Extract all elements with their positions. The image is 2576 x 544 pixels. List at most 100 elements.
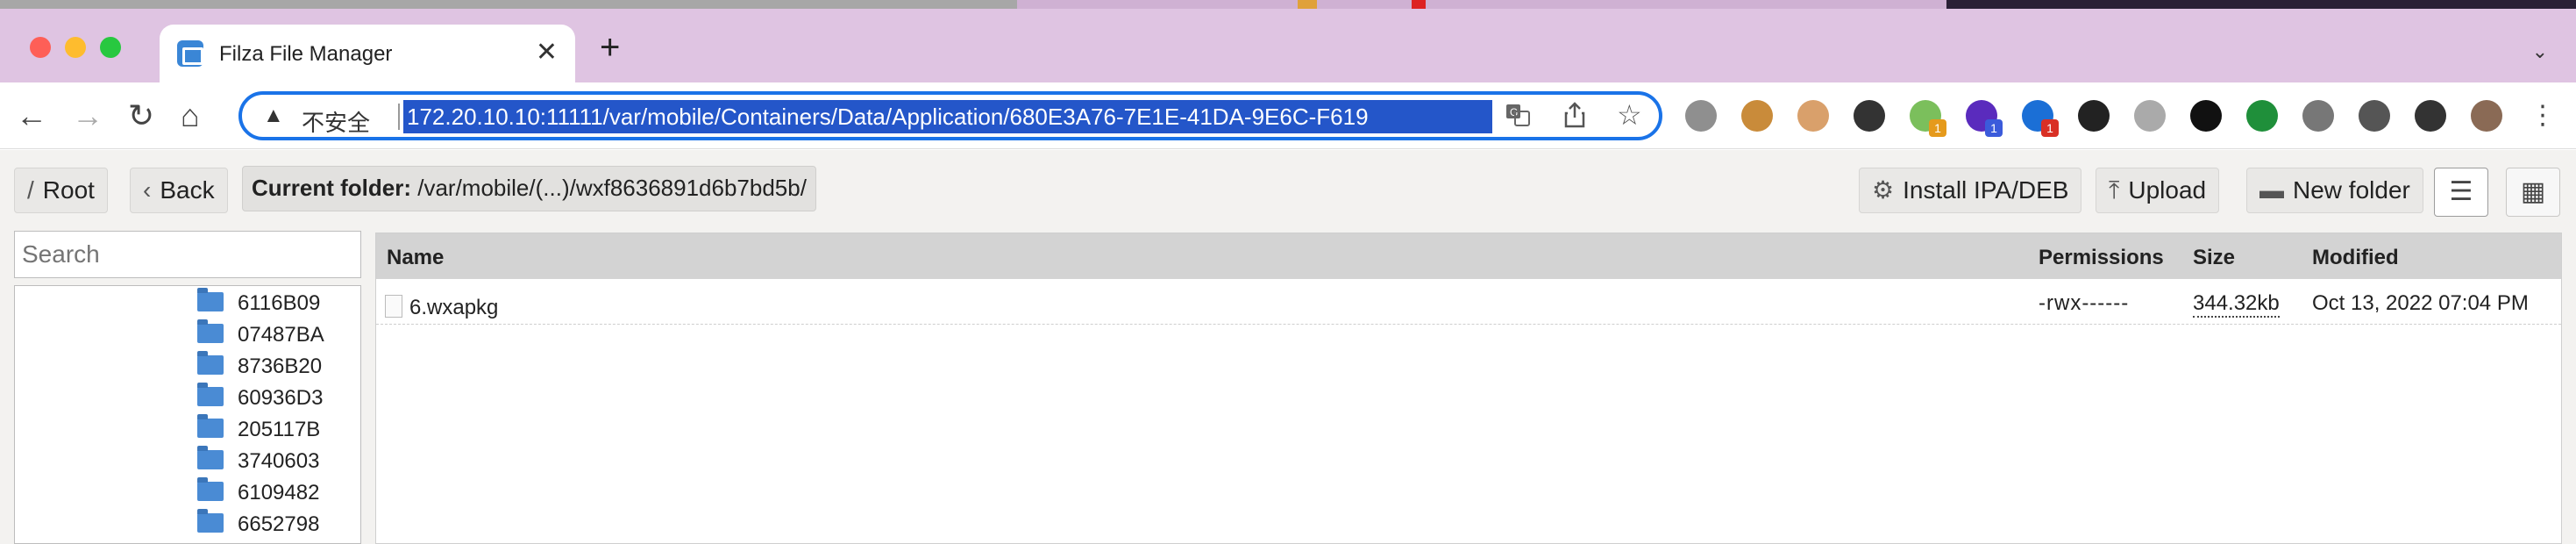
new-folder-label: New folder <box>2293 176 2410 204</box>
security-label[interactable]: 不安全 <box>302 105 370 138</box>
globe-icon[interactable]: 1 <box>2022 100 2059 137</box>
tab-title: Filza File Manager <box>219 42 393 66</box>
list-view-icon: ☰ <box>2449 177 2473 206</box>
new-tab-button[interactable]: + <box>600 30 620 65</box>
grid-view-icon: ▦ <box>2520 177 2546 206</box>
hacker-icon[interactable] <box>2078 100 2110 132</box>
tree-item[interactable]: 205117B <box>197 414 320 446</box>
upload-button[interactable]: ⤒ Upload <box>2096 168 2220 213</box>
cookie-icon[interactable] <box>1741 100 1773 132</box>
current-folder: Current folder: /var/mobile/(...)/wxf863… <box>242 166 816 211</box>
table-row[interactable]: 6.wxapkg -rwx------ 344.32kb Oct 13, 202… <box>376 279 2561 325</box>
tree-item-label: 6652798 <box>238 512 320 536</box>
file-icon <box>385 295 402 318</box>
search-input[interactable] <box>14 231 361 278</box>
leaf-icon[interactable] <box>2246 100 2278 132</box>
current-folder-label: Current folder: <box>252 175 411 201</box>
tree-item-label: 8736B20 <box>238 354 323 378</box>
folder-icon <box>197 414 224 438</box>
address-bar[interactable]: ▲ 不安全 172.20.10.10:11111/var/mobile/Cont… <box>238 91 1662 140</box>
more-icon[interactable]: ⋮ <box>2527 100 2558 132</box>
browser-titlebar: Filza File Manager ✕ + ⌄ <box>0 0 2576 82</box>
column-header-permissions[interactable]: Permissions <box>2039 246 2164 270</box>
folder-icon <box>197 288 224 311</box>
minimize-window-button[interactable] <box>65 37 86 58</box>
file-list-header: Name Permissions Size Modified <box>376 233 2561 279</box>
list-view-button[interactable]: ☰ <box>2434 168 2488 217</box>
tree-item-label: 60936D3 <box>238 386 324 410</box>
column-header-name[interactable]: Name <box>387 246 444 270</box>
tree-item[interactable]: 6652798 <box>197 509 319 540</box>
tree-item-label: 6116B09 <box>238 291 321 315</box>
tree-item-label: 07487BA <box>238 323 324 347</box>
folder-tree: 6116B09 07487BA 8736B20 60936D3 205117B … <box>14 285 361 544</box>
filza-favicon-icon <box>177 40 203 67</box>
chevron-left-icon: ‹ <box>143 176 152 204</box>
install-ipa-deb-button[interactable]: ⚙ Install IPA/DEB <box>1859 168 2082 213</box>
gitzip-icon[interactable] <box>2134 100 2166 132</box>
tab-filza[interactable]: Filza File Manager ✕ <box>160 25 575 82</box>
cube-icon[interactable]: 1 <box>1966 100 2003 137</box>
back-arrow-icon[interactable]: ← <box>16 98 47 133</box>
folder-icon <box>197 351 224 375</box>
face-icon[interactable] <box>1797 100 1829 132</box>
tree-item[interactable]: 6109482 <box>197 477 319 509</box>
warning-icon[interactable]: ▲ <box>263 104 284 128</box>
back-label: Back <box>160 176 215 204</box>
tree-item[interactable]: 3740603 <box>197 446 319 477</box>
filza-page: / Root ‹ Back Current folder: /var/mobile/… <box>0 150 2576 544</box>
translate-icon[interactable]: G <box>1505 102 1531 134</box>
filza-toolbar: / Root ‹ Back Current folder: /var/mobile/… <box>0 150 2576 231</box>
sidepanel-icon[interactable] <box>2415 100 2446 132</box>
file-name[interactable]: 6.wxapkg <box>409 296 498 319</box>
tree-item[interactable]: 60936D3 <box>197 383 323 414</box>
home-icon[interactable]: ⌂ <box>181 98 200 133</box>
folder-icon <box>197 446 224 469</box>
file-size: 344.32kb <box>2193 291 2280 318</box>
grid-view-button[interactable]: ▦ <box>2506 168 2560 217</box>
column-header-modified[interactable]: Modified <box>2312 246 2399 270</box>
back-button[interactable]: ‹ Back <box>130 168 228 213</box>
extension-badge: 1 <box>2041 119 2059 137</box>
folder-icon <box>197 319 224 343</box>
file-permissions: -rwx------ <box>2039 291 2130 315</box>
slash-icon: / <box>27 176 34 204</box>
omnibox-divider <box>398 104 400 130</box>
reload-icon[interactable]: ↻ <box>128 98 154 133</box>
tree-item[interactable]: 07487BA <box>197 319 324 351</box>
close-window-button[interactable] <box>30 37 51 58</box>
column-header-size[interactable]: Size <box>2193 246 2235 270</box>
file-name-cell[interactable]: 6.wxapkg <box>385 291 498 320</box>
bookmark-star-icon[interactable]: ☆ <box>1617 98 1642 132</box>
file-list: Name Permissions Size Modified 6.wxapkg … <box>375 233 2562 544</box>
new-folder-button[interactable]: ▬ New folder <box>2246 168 2423 213</box>
download-icon[interactable] <box>1685 100 1717 132</box>
tab-search-chevron-icon[interactable]: ⌄ <box>2532 40 2548 63</box>
block-icon[interactable] <box>2190 100 2222 132</box>
avatar[interactable] <box>2471 100 2502 132</box>
current-folder-path: /var/mobile/(...)/wxf8636891d6b7bd5b/ <box>417 175 807 201</box>
browser-toolbar: ← → ↻ ⌂ ▲ 不安全 172.20.10.10:11111/var/mob… <box>0 82 2576 149</box>
maximize-window-button[interactable] <box>100 37 121 58</box>
upload-label: Upload <box>2128 176 2207 204</box>
puzzle-icon[interactable] <box>2359 100 2390 132</box>
tree-item[interactable]: 6116B09 <box>197 288 320 319</box>
tree-item-label: 205117B <box>238 418 321 441</box>
url-text[interactable]: 172.20.10.10:11111/var/mobile/Containers… <box>403 100 1492 133</box>
root-label: Root <box>42 176 95 204</box>
extension-badge: 1 <box>1929 119 1946 137</box>
share-icon[interactable] <box>1562 102 1587 134</box>
tree-item[interactable]: 8736B20 <box>197 351 322 383</box>
folder-icon <box>197 383 224 406</box>
folder-icon <box>197 509 224 533</box>
forward-arrow-icon[interactable]: → <box>72 98 103 133</box>
folder-icon: ▬ <box>2259 176 2284 204</box>
tab-close-icon[interactable]: ✕ <box>536 37 558 68</box>
record-icon[interactable]: 1 <box>1910 100 1946 137</box>
root-button[interactable]: / Root <box>14 168 108 213</box>
install-label: Install IPA/DEB <box>1903 176 2069 204</box>
js-icon[interactable] <box>2302 100 2334 132</box>
gear-icon: ⚙ <box>1872 176 1895 204</box>
spy-icon[interactable] <box>1854 100 1885 132</box>
file-modified: Oct 13, 2022 07:04 PM <box>2312 291 2529 315</box>
